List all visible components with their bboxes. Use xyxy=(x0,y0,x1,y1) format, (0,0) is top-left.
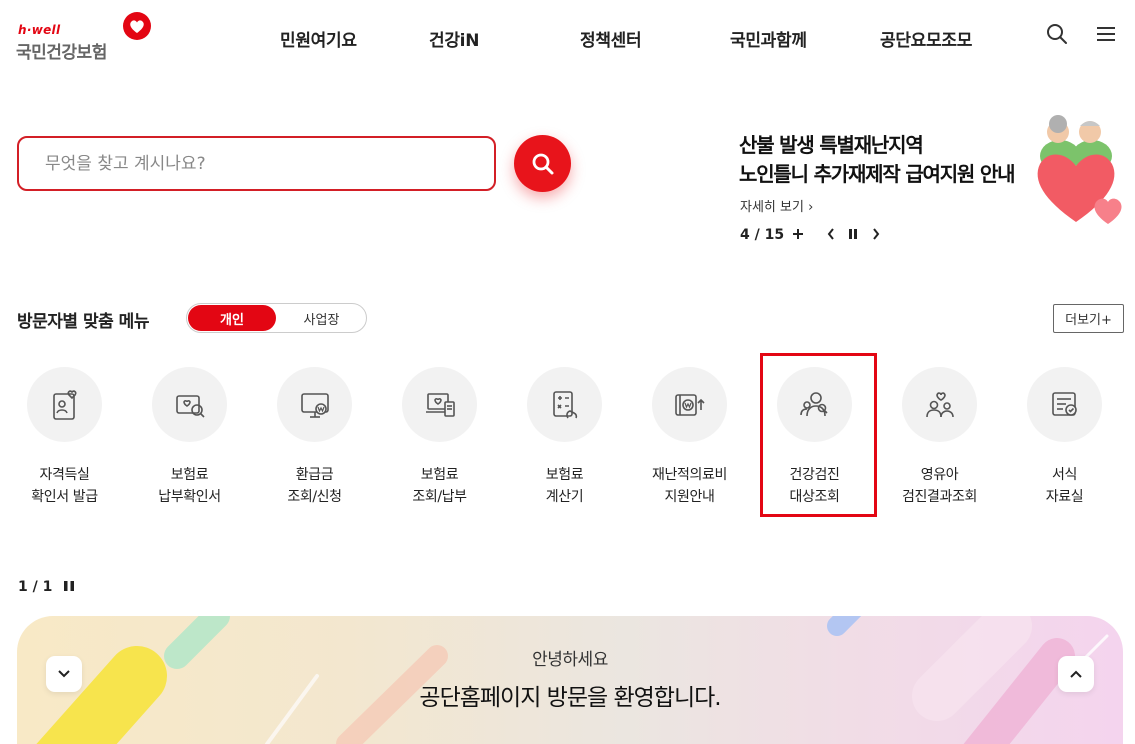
logo-sub-text: h·well xyxy=(18,23,61,37)
search-icon xyxy=(532,153,553,174)
search-button[interactable] xyxy=(514,135,571,192)
menu-icon-circle xyxy=(652,367,727,442)
menu-icon-circle xyxy=(402,367,477,442)
menu-item-label: 보험료 계산기 xyxy=(545,467,584,505)
banner-counter: 4 / 15 xyxy=(740,227,785,243)
chevron-up-icon xyxy=(1070,670,1082,678)
menu-icon-circle xyxy=(152,367,227,442)
banner-add-button[interactable] xyxy=(790,225,806,243)
menu-item-label: 보험료 조회/납부 xyxy=(412,467,467,505)
card-search-icon xyxy=(175,394,205,418)
welcome-down-button[interactable] xyxy=(46,656,82,692)
welcome-subtitle: 안녕하세요 xyxy=(532,650,608,670)
menu-item-premium-inquiry[interactable]: 보험료 조회/납부 xyxy=(377,367,502,517)
search-input[interactable] xyxy=(45,153,468,174)
visitor-type-toggle: 개인 사업장 xyxy=(186,303,367,333)
banner-title-line2: 노인틀니 추가재제작 급여지원 안내 xyxy=(739,162,1015,186)
menu-item-refund[interactable]: 환급금 조회/신청 xyxy=(252,367,377,517)
monitor-won-icon xyxy=(300,392,329,418)
pause-icon xyxy=(849,229,857,239)
nav-item-policy-center[interactable]: 정책센터 xyxy=(580,26,642,51)
menu-icon-circle xyxy=(902,367,977,442)
chevron-down-icon xyxy=(58,670,70,678)
banner-more-link[interactable]: 자세히 보기 › xyxy=(740,196,813,215)
elderly-couple-heart-illustration xyxy=(1037,115,1122,224)
menu-item-qualification-cert[interactable]: 자격득실 확인서 발급 xyxy=(2,367,127,517)
hamburger-menu-icon[interactable] xyxy=(1095,23,1117,45)
menu-icon-circle xyxy=(1027,367,1102,442)
nav-item-about[interactable]: 공단요모조모 xyxy=(880,26,972,51)
more-button[interactable]: 더보기+ xyxy=(1053,304,1124,333)
menu-item-label: 영유아 검진결과조회 xyxy=(902,467,977,505)
menu-item-premium-payment-cert[interactable]: 보험료 납부확인서 xyxy=(127,367,252,517)
pause-icon[interactable] xyxy=(63,579,75,593)
menu-item-label: 재난적의료비 지원안내 xyxy=(652,467,727,505)
calculator-hand-icon xyxy=(552,390,577,418)
menu-icon-circle xyxy=(27,367,102,442)
toggle-business[interactable]: 사업장 xyxy=(277,305,366,331)
menu-item-label: 서식 자료실 xyxy=(1045,467,1084,505)
welcome-title: 공단홈페이지 방문을 환영합니다. xyxy=(419,685,721,711)
menu-item-catastrophic-medical[interactable]: 재난적의료비 지원안내 xyxy=(627,367,752,517)
nav-item-health-in[interactable]: 건강iN xyxy=(429,26,479,51)
custom-menu-title: 방문자별 맞춤 메뉴 xyxy=(17,312,149,332)
chevron-right-icon xyxy=(873,228,880,240)
people-search-icon xyxy=(799,391,828,416)
family-heart-icon xyxy=(925,391,954,417)
menu-item-infant-checkup-result[interactable]: 영유아 검진결과조회 xyxy=(877,367,1002,517)
menu-item-label: 환급금 조회/신청 xyxy=(287,467,342,505)
menu-pager: 1 / 1 xyxy=(18,579,53,595)
chevron-left-icon xyxy=(827,228,834,240)
document-person-heart-icon xyxy=(52,389,76,420)
welcome-banner: 안녕하세요 공단홈페이지 방문을 환영합니다. xyxy=(17,616,1123,744)
banner-pause-button[interactable] xyxy=(845,225,861,243)
banner-prev-button[interactable] xyxy=(823,225,839,243)
banner-next-button[interactable] xyxy=(868,225,884,243)
menu-item-label: 건강검진 대상조회 xyxy=(789,467,840,505)
logo-main-text: 국민건강보험 xyxy=(16,43,107,63)
search-icon[interactable] xyxy=(1046,23,1068,45)
menu-item-premium-calculator[interactable]: 보험료 계산기 xyxy=(502,367,627,517)
menu-icon-circle xyxy=(277,367,352,442)
logo[interactable]: h·well 국민건강보험 xyxy=(16,12,156,63)
menu-icon-circle xyxy=(527,367,602,442)
nav-item-minwon[interactable]: 민원여기요 xyxy=(280,26,357,51)
form-search-icon xyxy=(1051,391,1077,416)
menu-item-health-checkup-target[interactable]: 건강검진 대상조회 xyxy=(752,367,877,517)
menu-icon-circle xyxy=(777,367,852,442)
welcome-up-button[interactable] xyxy=(1058,656,1094,692)
menu-item-label: 보험료 납부확인서 xyxy=(158,467,221,505)
plus-icon xyxy=(793,229,803,239)
laptop-receipt-icon xyxy=(425,392,455,417)
search-box xyxy=(17,136,496,191)
banner-title-line1: 산불 발생 특별재난지역 xyxy=(739,133,924,157)
logo-heart-icon xyxy=(123,12,151,40)
menu-item-form-library[interactable]: 서식 자료실 xyxy=(1002,367,1127,517)
banner-title[interactable]: 산불 발생 특별재난지역 노인틀니 추가재제작 급여지원 안내 xyxy=(739,131,1015,189)
nav-item-with-people[interactable]: 국민과함께 xyxy=(730,26,807,51)
toggle-personal[interactable]: 개인 xyxy=(188,305,276,331)
wallet-won-arrow-icon xyxy=(674,393,705,416)
menu-item-label: 자격득실 확인서 발급 xyxy=(31,467,98,505)
